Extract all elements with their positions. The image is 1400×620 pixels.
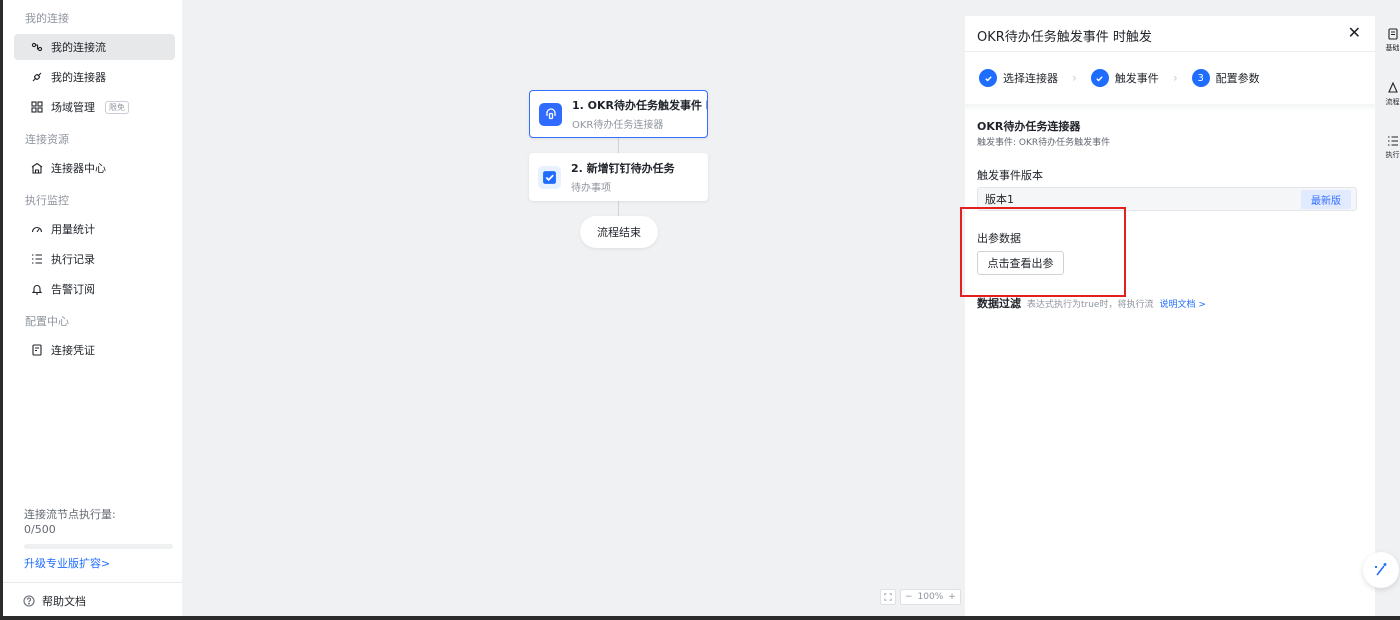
close-icon[interactable]: ✕ [1348, 25, 1361, 41]
right-toolbar: 基础 流程 执行 [1375, 0, 1400, 620]
node-title: 2. 新增钉钉待办任务 [571, 162, 675, 175]
sidebar-item-domain-management[interactable]: 场域管理 限免 [14, 94, 175, 120]
window-bottom-edge [0, 616, 1400, 620]
sidebar-item-label: 连接凭证 [51, 344, 95, 357]
zoom-box: − 100% + [900, 589, 961, 605]
sidebar-item-label: 执行记录 [51, 253, 95, 266]
version-value: 版本1 [985, 193, 1014, 206]
quota-label: 连接流节点执行量: [24, 508, 116, 521]
todo-icon [538, 165, 561, 189]
group-title-my-connections: 我的连接 [25, 12, 69, 25]
node-subtitle: 待办事项 [571, 183, 611, 194]
latest-version-badge: 最新版 [1301, 189, 1351, 209]
config-panel: OKR待办任务触发事件 时触发 ✕ 选择连接器 › 触发事件 › 3 配置参数 … [965, 16, 1375, 616]
highlight-box [960, 207, 1126, 297]
node-title: 1. OKR待办任务触发事件 时触发 [572, 99, 707, 112]
node-subtitle: OKR待办任务连接器 [572, 120, 664, 131]
grid-icon [31, 101, 43, 113]
quota-progress-bar [24, 544, 173, 549]
free-badge: 限免 [105, 100, 129, 114]
toolbar-item-label: 执行 [1385, 151, 1400, 159]
sidebar-item-my-connectors[interactable]: 我的连接器 [14, 64, 175, 90]
chevron-right-icon: › [1172, 71, 1178, 85]
step-configure-params[interactable]: 3 配置参数 [1191, 69, 1260, 87]
ai-assistant-button[interactable] [1363, 552, 1399, 588]
toolbar-item-label: 基础 [1385, 44, 1400, 52]
sidebar-item-usage-stats[interactable]: 用量统计 [14, 216, 175, 242]
panel-title: OKR待办任务触发事件 时触发 [977, 30, 1152, 45]
upgrade-link[interactable]: 升级专业版扩容> [24, 555, 110, 571]
sidebar-item-label: 我的连接流 [51, 41, 106, 54]
flow-node-trigger[interactable]: 1. OKR待办任务触发事件 时触发 OKR待办任务连接器 [529, 90, 708, 138]
zoom-in-button[interactable]: + [948, 592, 956, 602]
flow-chart-icon [1387, 82, 1398, 93]
sidebar-item-label: 我的连接器 [51, 71, 106, 84]
connector-subtitle: 触发事件: OKR待办任务触发事件 [977, 138, 1111, 148]
flow-node-action[interactable]: 2. 新增钉钉待办任务 待办事项 [529, 153, 708, 201]
fit-view-icon[interactable] [880, 589, 896, 605]
toolbar-item-flow[interactable]: 流程 [1385, 82, 1400, 107]
data-filter-row: 数据过滤 表达式执行为true时，将执行流 说明文档 > [977, 295, 1206, 311]
data-filter-label: 数据过滤 [977, 297, 1021, 310]
sidebar-item-label: 告警订阅 [51, 283, 95, 296]
step-trigger-event[interactable]: 触发事件 [1090, 69, 1159, 87]
zoom-level: 100% [917, 592, 944, 602]
connector-icon [31, 71, 43, 83]
sidebar: 我的连接 我的连接流 我的连接器 场域管理 限免 连接资源 连接器中心 执行监控… [0, 0, 185, 620]
sidebar-divider [3, 582, 185, 583]
step-label: 触发事件 [1114, 72, 1159, 85]
list-icon [31, 253, 43, 265]
group-title-resources: 连接资源 [25, 133, 69, 146]
check-icon [1090, 69, 1109, 87]
panel-divider [965, 104, 1375, 112]
step-select-connector[interactable]: 选择连接器 [979, 69, 1058, 87]
docs-link[interactable]: 说明文档 > [1159, 297, 1205, 310]
list-icon [1387, 136, 1398, 146]
data-filter-description: 表达式执行为true时，将执行流 [1027, 300, 1154, 310]
doc-icon [1387, 28, 1398, 40]
connector-title: OKR待办任务连接器 [977, 120, 1081, 133]
magic-wand-icon [1375, 563, 1387, 576]
zoom-controls: − 100% + [880, 589, 961, 605]
credential-icon [31, 344, 43, 356]
group-title-monitoring: 执行监控 [25, 194, 69, 207]
step-number: 3 [1191, 69, 1210, 87]
version-label: 触发事件版本 [977, 169, 1043, 182]
bell-icon [31, 283, 43, 295]
chevron-right-icon: › [1072, 71, 1077, 85]
sidebar-item-credentials[interactable]: 连接凭证 [14, 337, 175, 363]
store-icon [31, 162, 43, 174]
flow-icon [31, 41, 43, 53]
okr-icon [539, 102, 562, 126]
gauge-icon [31, 223, 43, 235]
help-docs-label: 帮助文档 [42, 595, 86, 608]
stepper: 选择连接器 › 触发事件 › 3 配置参数 [965, 52, 1375, 104]
step-label: 选择连接器 [1003, 72, 1058, 85]
zoom-out-button[interactable]: − [905, 592, 913, 602]
sidebar-item-my-flows[interactable]: 我的连接流 [14, 34, 175, 60]
sidebar-item-label: 用量统计 [51, 223, 95, 236]
sidebar-item-label: 连接器中心 [51, 162, 106, 175]
toolbar-item-execute[interactable]: 执行 [1385, 135, 1400, 160]
sidebar-item-label: 场域管理 [51, 101, 95, 114]
help-icon [23, 595, 35, 607]
help-docs-link[interactable]: 帮助文档 [23, 593, 86, 609]
step-label: 配置参数 [1215, 72, 1260, 85]
flow-end-node[interactable]: 流程结束 [580, 216, 658, 248]
sidebar-item-connector-center[interactable]: 连接器中心 [14, 155, 175, 181]
toolbar-item-basic[interactable]: 基础 [1385, 28, 1400, 53]
quota-value: 0/500 [24, 523, 56, 536]
group-title-config: 配置中心 [25, 315, 69, 328]
sidebar-item-execution-log[interactable]: 执行记录 [14, 246, 175, 272]
sidebar-item-alert-subscription[interactable]: 告警订阅 [14, 276, 175, 302]
toolbar-item-label: 流程 [1385, 98, 1400, 106]
check-icon [979, 69, 997, 87]
panel-header: OKR待办任务触发事件 时触发 ✕ [965, 16, 1375, 52]
